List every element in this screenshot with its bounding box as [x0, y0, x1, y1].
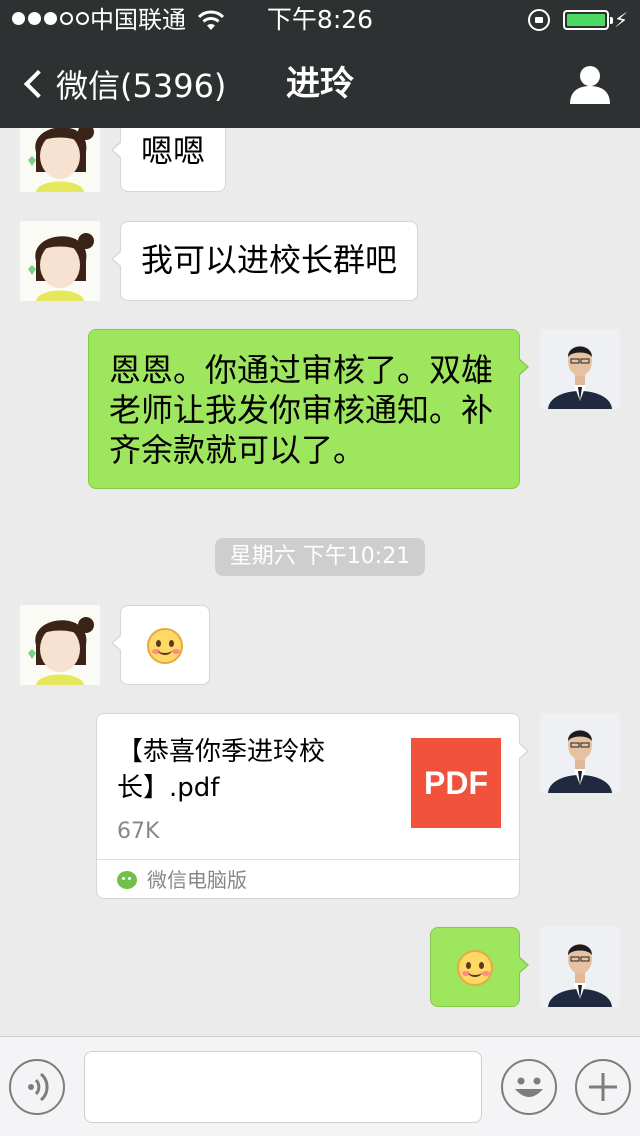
smiling-face-icon [147, 628, 183, 664]
more-options-button[interactable] [575, 1059, 631, 1115]
plus-icon [589, 1073, 617, 1101]
file-source: 微信电脑版 [117, 862, 247, 898]
message-bubble[interactable]: 嗯嗯 [110, 128, 227, 192]
my-avatar[interactable] [540, 713, 620, 793]
emoji-button[interactable] [501, 1059, 557, 1115]
emoji-message-bubble[interactable] [430, 927, 529, 1007]
orientation-lock-icon [528, 9, 550, 31]
voice-icon [28, 1072, 49, 1102]
timestamp: 星期六 下午10:21 [215, 538, 425, 576]
file-message-card[interactable]: 【恭喜你季进玲校长】.pdf 67K PDF 微信电脑版 [96, 713, 529, 899]
header: 中国联通 下午8:26 ⚡ 微信(5396) 进玲 [0, 0, 640, 128]
file-size: 67K [117, 819, 160, 844]
message-input[interactable] [84, 1051, 482, 1123]
chat-area[interactable]: 嗯嗯 我可以进校长群吧 恩恩。你通过审核了。双雄老师让我发你审核通知。补齐余款就… [0, 128, 640, 1036]
person-icon[interactable] [568, 64, 612, 104]
message-bubble[interactable]: 我可以进校长群吧 [110, 221, 419, 301]
contact-avatar[interactable] [20, 128, 100, 192]
wechat-icon [117, 871, 137, 889]
file-source-label: 微信电脑版 [147, 868, 247, 892]
my-avatar[interactable] [540, 329, 620, 409]
message-text: 恩恩。你通过审核了。双雄老师让我发你审核通知。补齐余款就可以了。 [109, 351, 494, 469]
smiley-face-icon [515, 1077, 543, 1097]
status-bar: 中国联通 下午8:26 ⚡ [0, 0, 640, 40]
input-bar [0, 1036, 640, 1136]
file-name: 【恭喜你季进玲校长】.pdf [117, 737, 326, 803]
back-label: 微信(5396) [56, 67, 227, 105]
my-avatar[interactable] [540, 927, 620, 1007]
emoji-message-bubble[interactable] [111, 605, 210, 685]
chevron-left-icon [23, 69, 53, 99]
nav-bar: 微信(5396) 进玲 [0, 40, 640, 128]
battery-icon [563, 10, 613, 30]
message-bubble[interactable]: 恩恩。你通过审核了。双雄老师让我发你审核通知。补齐余款就可以了。 [88, 329, 529, 489]
contact-avatar[interactable] [20, 221, 100, 301]
back-button[interactable]: 微信(5396) [16, 60, 226, 108]
voice-input-button[interactable] [9, 1059, 65, 1115]
charging-icon: ⚡ [614, 8, 629, 32]
message-text: 我可以进校长群吧 [141, 241, 398, 279]
pdf-file-icon: PDF [411, 738, 501, 828]
smiling-face-icon [457, 950, 493, 986]
message-text: 嗯嗯 [141, 132, 206, 170]
contact-avatar[interactable] [20, 605, 100, 685]
